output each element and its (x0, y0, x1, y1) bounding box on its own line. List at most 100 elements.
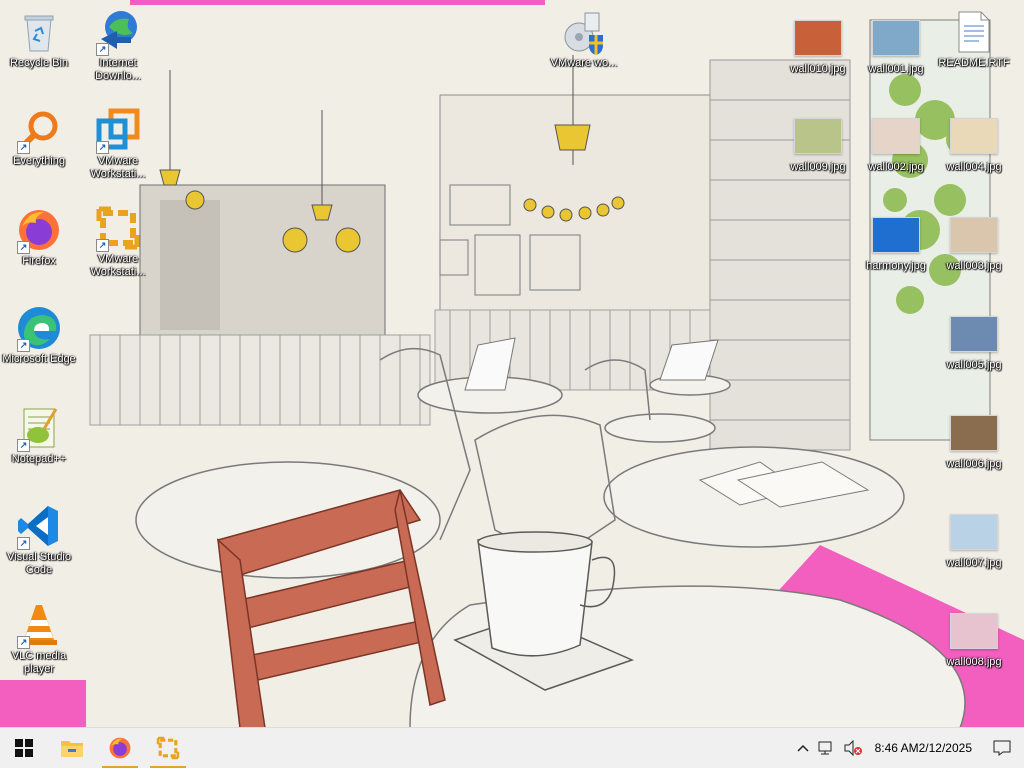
clock-time: 8:46 AM (874, 740, 919, 755)
desktop-icon-label: wall005.jpg (946, 359, 1002, 371)
desktop-icon-label: Microsoft Edge (2, 353, 76, 365)
clock[interactable]: 8:46 AM 2/12/2025 (867, 728, 980, 768)
thumbnail-wall008 (950, 613, 998, 649)
desktop-file-wall009[interactable]: wall009.jpg (780, 112, 856, 174)
shortcut-arrow-icon: ↗ (17, 537, 30, 550)
chevron-up-icon (797, 744, 809, 752)
shortcut-arrow-icon: ↗ (17, 141, 30, 154)
taskbar-firefox[interactable] (96, 728, 144, 768)
desktop-file-wall004[interactable]: wall004.jpg (936, 112, 1012, 174)
shortcut-arrow-icon: ↗ (96, 43, 109, 56)
vmware-workstation-pro-icon: ↗ (94, 204, 142, 252)
desktop-icon-label: Visual Studio Code (6, 551, 71, 576)
shortcut-arrow-icon: ↗ (17, 241, 30, 254)
desktop-icon-vmware-installer[interactable]: VMware wo... (546, 8, 622, 70)
desktop-icon-label: Recycle Bin (9, 57, 69, 69)
desktop-icon-microsoft-edge[interactable]: ↗ Microsoft Edge (1, 304, 77, 366)
taskbar-vmware[interactable] (144, 728, 192, 768)
image-thumbnail-icon (794, 14, 842, 62)
edge-icon: ↗ (15, 304, 63, 352)
thumbnail-wall004 (950, 118, 998, 154)
desktop-icon-everything[interactable]: ↗ Everything (1, 106, 77, 168)
desktop-icon-label: wall003.jpg (946, 260, 1002, 272)
desktop-icon-internet-download-manager[interactable]: ↗ Internet Downlo... (80, 8, 156, 83)
taskbar: 8:46 AM 2/12/2025 (0, 727, 1024, 768)
firefox-icon: ↗ (15, 206, 63, 254)
desktop-icon-label: Everything (13, 155, 65, 167)
vmware-installer-icon (560, 8, 608, 56)
desktop-icon-label: wall004.jpg (946, 161, 1002, 173)
volume-button[interactable] (839, 728, 867, 768)
thumbnail-wall006 (950, 415, 998, 451)
vmware-workstation-icon: ↗ (94, 106, 142, 154)
desktop-icon-label: harmony.jpg (866, 260, 926, 272)
image-thumbnail-icon (950, 409, 998, 457)
action-center-icon (993, 740, 1011, 756)
desktop-file-harmony[interactable]: harmony.jpg (858, 211, 934, 273)
desktop-icon-label: wall008.jpg (946, 656, 1002, 668)
show-hidden-icons-button[interactable] (793, 728, 813, 768)
desktop-icon-label: Notepad++ (11, 453, 67, 465)
shortcut-arrow-icon: ↗ (96, 141, 109, 154)
desktop-icon-firefox[interactable]: ↗ Firefox (1, 206, 77, 268)
desktop-icon-vmware-workstation-pro[interactable]: ↗ VMware Workstati... (80, 204, 156, 279)
file-explorer-icon (61, 741, 83, 757)
action-center-button[interactable] (980, 728, 1024, 768)
image-thumbnail-icon (950, 310, 998, 358)
thumbnail-wall009 (794, 118, 842, 154)
firefox-taskbar-icon (109, 737, 131, 759)
desktop-icon-label: VMware wo... (550, 57, 618, 69)
desktop-icon-label: wall009.jpg (790, 161, 846, 173)
clock-date: 2/12/2025 (918, 740, 972, 755)
desktop-icon-label: README.RTF (938, 57, 1010, 69)
thumbnail-wall007 (950, 514, 998, 550)
desktop-icon-notepad-plus-plus[interactable]: ↗ Notepad++ (1, 404, 77, 466)
desktop-file-wall005[interactable]: wall005.jpg (936, 310, 1012, 372)
network-disconnected-icon (818, 741, 832, 755)
desktop-icon-visual-studio-code[interactable]: ↗ Visual Studio Code (1, 502, 77, 577)
desktop-icon-label: wall002.jpg (868, 161, 924, 173)
recycle-bin-icon (15, 8, 63, 56)
image-thumbnail-icon (872, 211, 920, 259)
image-thumbnail-icon (872, 112, 920, 160)
everything-search-icon: ↗ (15, 106, 63, 154)
vmware-taskbar-icon (156, 736, 180, 760)
desktop-icon-label: wall007.jpg (946, 557, 1002, 569)
desktop-icon-label: wall010.jpg (790, 63, 846, 75)
desktop-icon-vlc[interactable]: ↗ VLC media player (1, 601, 77, 676)
desktop-file-wall002[interactable]: wall002.jpg (858, 112, 934, 174)
desktop-icon-recycle-bin[interactable]: Recycle Bin (1, 8, 77, 70)
thumbnail-wall001 (872, 20, 920, 56)
desktop-file-wall001[interactable]: wall001.jpg (858, 14, 934, 76)
desktop-file-readme[interactable]: README.RTF (936, 8, 1012, 70)
vscode-icon: ↗ (15, 502, 63, 550)
desktop-icon-label: Internet Downlo... (95, 57, 141, 82)
desktop-icon-label: wall001.jpg (868, 63, 924, 75)
desktop-icon-vmware-workstation[interactable]: ↗ VMware Workstati... (80, 106, 156, 181)
desktop-icon-label: Firefox (22, 255, 56, 267)
desktop-icon-label: VMware Workstati... (90, 253, 146, 278)
thumbnail-wall010 (794, 20, 842, 56)
shortcut-arrow-icon: ↗ (96, 239, 109, 252)
shortcut-arrow-icon: ↗ (17, 636, 30, 649)
taskbar-file-explorer[interactable] (48, 728, 96, 768)
thumbnail-wall005 (950, 316, 998, 352)
thumbnail-harmony (872, 217, 920, 253)
vlc-icon: ↗ (15, 601, 63, 649)
system-tray: 8:46 AM 2/12/2025 (793, 728, 1024, 768)
shortcut-arrow-icon: ↗ (17, 439, 30, 452)
network-button[interactable] (813, 728, 839, 768)
desktop-file-wall010[interactable]: wall010.jpg (780, 14, 856, 76)
thumbnail-wall003 (950, 217, 998, 253)
start-button[interactable] (0, 728, 48, 768)
image-thumbnail-icon (950, 508, 998, 556)
desktop-icon-label: VMware Workstati... (90, 155, 146, 180)
desktop-file-wall006[interactable]: wall006.jpg (936, 409, 1012, 471)
windows-start-icon (15, 739, 33, 757)
notepadpp-icon: ↗ (15, 404, 63, 452)
image-thumbnail-icon (950, 211, 998, 259)
desktop-file-wall003[interactable]: wall003.jpg (936, 211, 1012, 273)
desktop-file-wall008[interactable]: wall008.jpg (936, 607, 1012, 669)
volume-muted-icon (844, 740, 862, 756)
desktop-file-wall007[interactable]: wall007.jpg (936, 508, 1012, 570)
